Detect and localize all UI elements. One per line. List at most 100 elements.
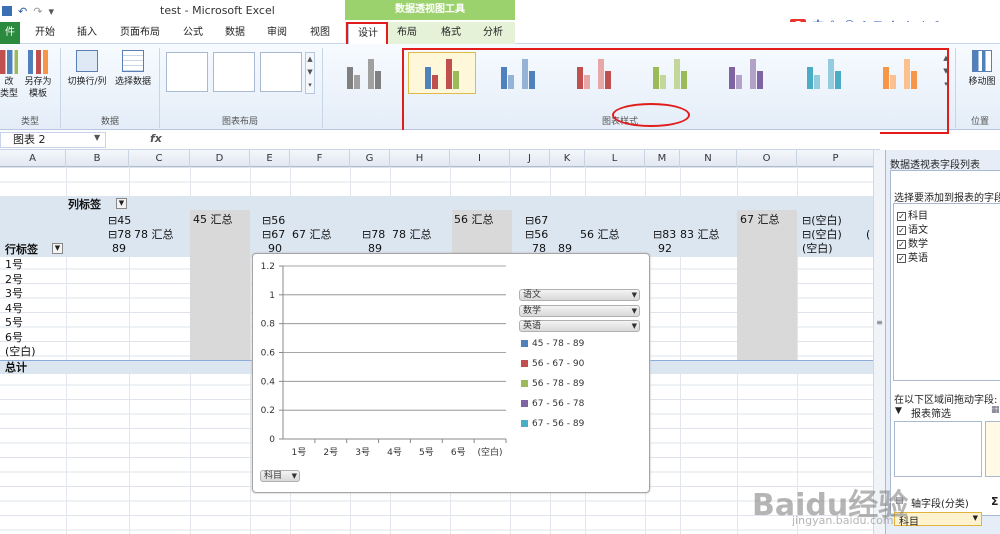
formula-bar: 图表 2 ▼ fx [0, 130, 880, 150]
pivot-chart[interactable]: 1.2 1 0.8 0.6 0.4 0.2 0 1号 2号 3号 4号 5号 6号 (空白) 语文 ▼ 数学… [252, 253, 650, 493]
field-checkbox[interactable]: ✓ [897, 253, 906, 263]
redo-icon[interactable]: ↷ [33, 5, 42, 18]
column-header-f[interactable]: F [290, 150, 350, 167]
column-labels-header: 列标签 [68, 198, 101, 211]
row-labels-header: 行标签 [5, 243, 38, 256]
chart-layout-2[interactable] [213, 52, 255, 92]
insert-function-icon[interactable]: fx [150, 132, 162, 145]
layout-gallery-scroll[interactable]: ▲ ▼ ▾ [305, 52, 315, 94]
position-group-label: 位置 [970, 117, 989, 127]
vertical-scrollbar[interactable]: ≡ [873, 150, 885, 534]
undo-icon[interactable]: ↶ [18, 5, 27, 18]
tab-review[interactable]: 审阅 [262, 22, 292, 44]
styles-label-circle [612, 103, 690, 127]
scroll-grip-icon[interactable]: ≡ [875, 318, 884, 330]
filter-dropdown-icon: ▼ [631, 307, 637, 315]
column-header-c[interactable]: C [129, 150, 190, 167]
axis-field-button[interactable]: 科目 ▼ [260, 470, 300, 482]
field-item[interactable]: ✓ 科目 [897, 207, 928, 222]
column-header-p[interactable]: P [797, 150, 875, 167]
column-header-b[interactable]: B [66, 150, 129, 167]
chart-layout-3[interactable] [260, 52, 302, 92]
field-item[interactable]: ✓ 语文 [897, 221, 928, 236]
column-header-e[interactable]: E [250, 150, 290, 167]
filter-dropdown-icon: ▼ [631, 322, 637, 330]
legend-swatch [521, 340, 528, 347]
axis-item-dropdown-icon: ▼ [972, 514, 978, 522]
window-title: test - Microsoft Excel [160, 4, 275, 17]
field-item[interactable]: ✓ 英语 [897, 249, 928, 264]
header-78-total: 78 汇总 [134, 228, 174, 241]
header-92: 92 [658, 242, 672, 255]
x-tick-label: 5号 [419, 447, 434, 458]
column-header-g[interactable]: G [350, 150, 390, 167]
chart-style-1[interactable] [330, 52, 398, 94]
column-header-h[interactable]: H [390, 150, 450, 167]
report-filter-area[interactable] [894, 421, 982, 477]
row-filter-dropdown-icon[interactable]: ▼ [52, 243, 63, 254]
x-tick-label: 6号 [451, 447, 466, 458]
column-header-n[interactable]: N [680, 150, 737, 167]
column-header-a[interactable]: A [0, 150, 66, 167]
y-tick-label: 1 [269, 291, 275, 301]
name-box[interactable]: 图表 2 [0, 132, 106, 148]
layout-group-label: 图表布局 [221, 117, 258, 127]
watermark-sub: jingyan.baidu.com [792, 514, 894, 527]
header-78-b: ⊟78 [362, 228, 386, 241]
field-checkbox[interactable]: ✓ [897, 211, 906, 221]
column-header-d[interactable]: D [190, 150, 250, 167]
tab-layout[interactable]: 布局 [392, 22, 422, 44]
tab-view[interactable]: 视图 [305, 22, 335, 44]
column-header-o[interactable]: O [737, 150, 797, 167]
column-filter-dropdown-icon[interactable]: ▼ [116, 198, 127, 209]
customize-icon[interactable]: ▾ [48, 5, 54, 18]
header-67-total: 67 汇总 [292, 228, 332, 241]
header-83: ⊟83 [653, 228, 677, 241]
filter-button-math[interactable]: 数学 ▼ [519, 305, 640, 317]
legend-entry-3: 56 - 78 - 89 [521, 379, 584, 389]
move-chart-button[interactable]: 移动图 [962, 50, 1000, 88]
save-as-template-button[interactable]: 另存为 模板 [20, 50, 56, 100]
field-item[interactable]: ✓ 数学 [897, 235, 928, 250]
header-blank-c: (空白) [802, 242, 833, 255]
header-78-total-b: 78 汇总 [392, 228, 432, 241]
header-56-total-b: 56 汇总 [580, 228, 620, 241]
columns-area-icon: ▦ [991, 405, 1000, 415]
filter-button-english[interactable]: 英语 ▼ [519, 320, 640, 332]
switch-row-column-icon [76, 50, 98, 72]
switch-row-column-button[interactable]: 切换行/列 [64, 50, 110, 88]
chart-layout-1[interactable] [166, 52, 208, 92]
tab-analyze[interactable]: 分析 [478, 22, 508, 44]
field-checkbox[interactable]: ✓ [897, 225, 906, 235]
tab-formulas[interactable]: 公式 [178, 22, 208, 44]
y-tick-label: 0.2 [261, 406, 275, 416]
header-78-a: ⊟78 [108, 228, 132, 241]
axis-fields-label: 轴字段(分类) [911, 499, 969, 510]
column-header-i[interactable]: I [450, 150, 510, 167]
pivot-field-list-panel: 数据透视表字段列表 选择要添加到报表的字段 ✓ 科目 ✓ 语文 ✓ 数学 ✓ 英语 在以下区域… [885, 150, 1000, 534]
tab-insert[interactable]: 插入 [72, 22, 102, 44]
header-67: ⊟67 [262, 228, 286, 241]
y-tick-label: 0.8 [261, 320, 276, 330]
chart-type-icon [0, 50, 18, 74]
header-56: ⊟56 [262, 214, 286, 227]
field-checkbox[interactable]: ✓ [897, 239, 906, 249]
report-filter-label: 报表筛选 [911, 409, 951, 420]
column-header-l[interactable]: L [585, 150, 645, 167]
legend-swatch [521, 420, 528, 427]
name-box-dropdown-icon[interactable]: ▼ [94, 133, 100, 142]
tab-page-layout[interactable]: 页面布局 [115, 22, 165, 44]
filter-button-chinese[interactable]: 语文 ▼ [519, 289, 640, 301]
tab-home[interactable]: 开始 [30, 22, 60, 44]
field-list-title: 数据透视表字段列表 [890, 160, 980, 171]
tab-data[interactable]: 数据 [220, 22, 250, 44]
column-header-m[interactable]: M [645, 150, 680, 167]
column-header-k[interactable]: K [550, 150, 585, 167]
save-icon[interactable] [2, 6, 12, 16]
select-data-button[interactable]: 选择数据 [111, 50, 155, 88]
legend-entry-4: 67 - 56 - 78 [521, 399, 584, 409]
tab-file[interactable]: 件 [0, 22, 20, 44]
column-labels-area[interactable] [985, 421, 1000, 477]
tab-format[interactable]: 格式 [436, 22, 466, 44]
column-header-j[interactable]: J [510, 150, 550, 167]
